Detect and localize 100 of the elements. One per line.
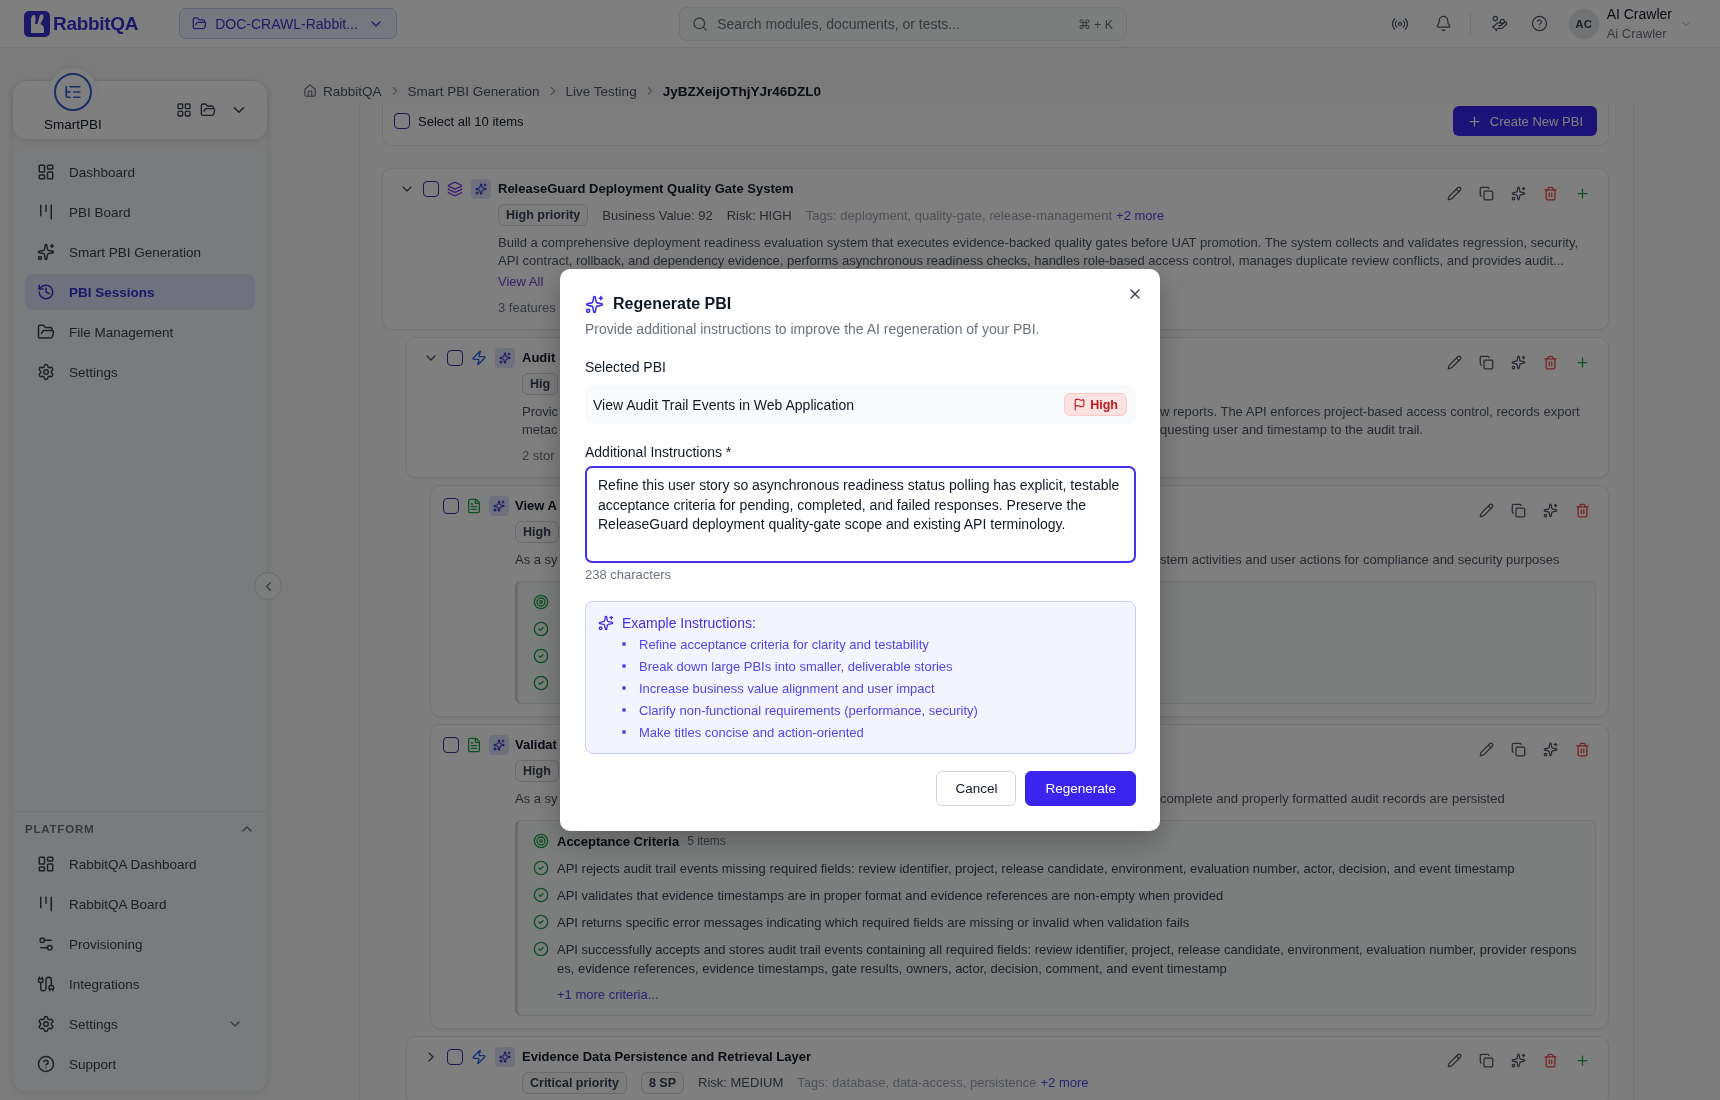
example-text: Refine acceptance criteria for clarity and testability (639, 636, 929, 652)
check-circle-icon (533, 621, 549, 637)
field-label: Selected PBI (585, 358, 667, 376)
nav-item[interactable]: Smart PBI Generation (25, 234, 255, 270)
sparkles-icon (585, 294, 604, 314)
description-text: As a sy (515, 790, 558, 808)
bell-icon (1435, 15, 1453, 32)
nav-item[interactable]: Integrations (25, 966, 255, 1002)
grid-view-button[interactable] (176, 102, 192, 118)
bullet-icon (622, 664, 626, 668)
description-text: complete and properly formatted audit records are persisted (1160, 790, 1505, 808)
hand-coins-icon (1491, 15, 1509, 32)
platform-section-toggle[interactable]: PLATFORM (25, 820, 255, 838)
nav-item[interactable]: File Management (25, 314, 255, 350)
board-columns-icon (37, 895, 55, 913)
project-selector[interactable]: DOC-CRAWL-Rabbit... (179, 8, 398, 39)
trash-icon (1542, 1053, 1558, 1068)
more-criteria-link[interactable]: +1 more criteria... (533, 984, 659, 1005)
nav-item[interactable]: Settings (25, 354, 255, 390)
nav-item[interactable]: Dashboard (25, 154, 255, 190)
character-count: 238 characters (585, 566, 672, 584)
priority-badge: Hig (522, 373, 559, 395)
checkbox[interactable] (443, 737, 459, 753)
plus-icon (1574, 1053, 1590, 1068)
checkbox[interactable] (443, 498, 459, 514)
checkbox[interactable] (447, 350, 463, 366)
trash-icon (1542, 354, 1558, 370)
child-count: 3 features (498, 299, 556, 317)
description-text: stem activities and user actions for compliance and security purposes (1160, 551, 1560, 569)
meta-text: Risk: HIGH (726, 207, 792, 223)
folder-icon (37, 323, 55, 341)
selected-pbi-title: View Audit Trail Events in Web Application (593, 396, 854, 413)
criteria-count: 5 items (687, 834, 726, 848)
field-label: Additional Instructions * (585, 443, 733, 461)
breadcrumb-link[interactable]: Smart PBI Generation (407, 83, 540, 99)
folder-icon (192, 16, 208, 31)
pbi-title: Audit (522, 349, 556, 367)
gear-icon (37, 363, 55, 381)
example-text: Clarify non-functional requirements (performance, security) (639, 702, 978, 718)
nav-item[interactable]: Support (25, 1046, 255, 1082)
copy-icon (1478, 1053, 1494, 1068)
nav-item[interactable]: Provisioning (25, 926, 255, 962)
trash-icon (1542, 185, 1558, 201)
nav-item[interactable]: RabbitQA Dashboard (25, 846, 255, 882)
copy-icon (1510, 741, 1526, 757)
meta-text: Risk: MEDIUM (698, 1075, 784, 1090)
nav-item[interactable]: RabbitQA Board (25, 886, 255, 922)
priority-badge: High priority (498, 204, 589, 226)
check-circle-icon (533, 860, 549, 876)
points-badge: 8 SP (640, 1071, 685, 1094)
select-all-label[interactable]: Select all 10 items (418, 113, 524, 129)
nav-item[interactable]: Settings (25, 1006, 255, 1042)
flag-icon (1073, 398, 1087, 411)
check-circle-icon (533, 887, 549, 903)
example-text: Increase business value alignment and user impact (639, 680, 935, 696)
checkbox[interactable] (394, 113, 410, 129)
grid-icon (176, 102, 192, 118)
pbi-title: View A (515, 497, 557, 515)
plus-icon (1574, 354, 1590, 370)
document-icon (466, 498, 482, 514)
checkbox[interactable] (447, 1048, 463, 1065)
criteria-text: API returns specific error messages indicating which required fields are missing or invalid when validation fails (557, 913, 1190, 932)
regenerate-button[interactable]: Regenerate (1025, 771, 1136, 806)
bullet-icon (622, 708, 626, 712)
pencil-icon (1446, 1053, 1462, 1068)
user-menu[interactable]: AC AI Crawler Ai Crawler (1568, 4, 1692, 43)
search-icon (692, 15, 709, 32)
instructions-textarea[interactable]: Refine this user story so asynchronous readiness status polling has explicit, testable acceptance criteria for pending, completed, and failed responses. Preserve the ReleaseGuard deployment quality-gate scope and existing API terminology. (585, 466, 1136, 563)
copy-icon (1478, 354, 1494, 370)
cancel-button[interactable]: Cancel (936, 771, 1017, 806)
copy-icon (1510, 502, 1526, 518)
user-avatar: AC (1568, 8, 1599, 39)
help-icon (1531, 15, 1549, 32)
nav-item[interactable]: PBI Board (25, 194, 255, 230)
create-pbi-button[interactable]: Create New PBI (1452, 106, 1597, 136)
dialog-subtitle: Provide additional instructions to improve the AI regeneration of your PBI. (585, 320, 1041, 338)
nav-item[interactable]: PBI Sessions (25, 274, 255, 310)
lightning-icon (471, 350, 487, 366)
app-name: SmartPBI (44, 117, 102, 133)
criteria-text: API successfully accepts and stores audit trail events containing all required fields: review identifier, project, release candidate, environment, evaluation number, provider responses, evidence references, evidence timestamps, gate results, owners, actor, decision, comment, and event timestamp (557, 940, 1578, 978)
dashboard-icon (37, 163, 55, 181)
meta-text: Business Value: 92 (602, 207, 713, 223)
folder-button[interactable] (200, 102, 216, 118)
sliders-icon (37, 935, 55, 953)
sparkles-icon (1510, 185, 1526, 201)
description-text: As a sy (515, 551, 558, 569)
view-all-link[interactable]: View All (498, 273, 544, 291)
breadcrumb-link[interactable]: RabbitQA (303, 83, 382, 99)
pbi-title: ReleaseGuard Deployment Quality Gate System (498, 180, 794, 198)
priority-badge: High (515, 521, 559, 543)
user-role: Ai Crawler (1606, 24, 1667, 43)
shortcut-hint: ⌘ + K (1077, 16, 1114, 31)
breadcrumb-link[interactable]: Live Testing (565, 83, 637, 99)
checkbox[interactable] (423, 181, 439, 197)
bullet-icon (622, 642, 626, 646)
pencil-icon (1446, 354, 1462, 370)
check-circle-icon (533, 914, 549, 930)
more-tags-link[interactable]: +2 more (1116, 207, 1165, 223)
more-tags-link[interactable]: +2 more (1040, 1075, 1089, 1090)
bullet-icon (622, 686, 626, 690)
